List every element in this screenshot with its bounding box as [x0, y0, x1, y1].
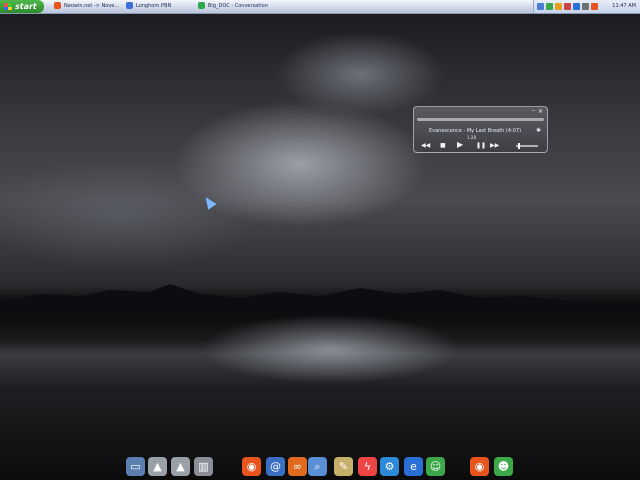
- drive-icon-1-glyph: ▲: [153, 460, 162, 473]
- msn-icon[interactable]: ☺: [426, 457, 445, 476]
- lightning-icon[interactable]: ϟ: [358, 457, 377, 476]
- alert-icon[interactable]: [564, 3, 571, 10]
- firefox-icon-2[interactable]: ◉: [470, 457, 489, 476]
- shield-icon[interactable]: [555, 3, 562, 10]
- drive-icon-2[interactable]: ▲: [171, 457, 190, 476]
- seek-bar[interactable]: [417, 118, 544, 121]
- laptop-icon[interactable]: ▭: [126, 457, 145, 476]
- water-reflection: [200, 314, 460, 384]
- msn-icon: [198, 2, 205, 9]
- firefox-icon: [54, 2, 61, 9]
- ie-icon[interactable]: e: [404, 457, 423, 476]
- rewind-icon[interactable]: ◀◀: [421, 142, 430, 149]
- users-icon-glyph: ☻: [497, 460, 510, 473]
- start-label: start: [15, 2, 37, 11]
- notes-icon-glyph: ✎: [338, 460, 349, 473]
- arrow-icon[interactable]: [537, 3, 544, 10]
- mail-icon-glyph: @: [270, 460, 281, 473]
- settings-icon[interactable]: ✱: [536, 127, 541, 134]
- drive-icon-2-glyph: ▲: [176, 460, 185, 473]
- volume-slider[interactable]: [516, 143, 538, 149]
- taskbar-task-longhorn[interactable]: Longhorn PBN: [126, 1, 194, 12]
- rss-icon[interactable]: ∞: [288, 457, 307, 476]
- taskbar-task-conversation[interactable]: Big_DOC - Conversation: [198, 1, 278, 12]
- msn-icon-glyph: ☺: [429, 460, 442, 473]
- app-icon[interactable]: [591, 3, 598, 10]
- firefox-icon-glyph: ◉: [246, 460, 257, 473]
- task-label: Big_DOC - Conversation: [208, 3, 268, 9]
- clock[interactable]: 11:47 AM: [612, 0, 636, 13]
- task-label: Longhorn PBN: [136, 3, 172, 9]
- stop-icon[interactable]: ■: [440, 142, 446, 149]
- taskbar: start Neowin.net -> Nove... Longhorn PBN…: [0, 0, 640, 14]
- start-button[interactable]: start: [0, 0, 44, 13]
- close-icon[interactable]: ×: [538, 108, 543, 115]
- firefox-icon-2-glyph: ◉: [474, 460, 485, 473]
- search-icon-glyph: ⌕: [314, 459, 321, 473]
- gear-icon[interactable]: ⚙: [380, 457, 399, 476]
- media-player[interactable]: – × Evanescence - My Last Breath (4:07) …: [413, 106, 548, 153]
- task-label: Neowin.net -> Nove...: [64, 3, 120, 9]
- mountain-silhouette: [0, 284, 640, 316]
- windows-flag-icon: [4, 3, 12, 10]
- msn-icon[interactable]: [546, 3, 553, 10]
- system-tray: 11:47 AM: [533, 0, 640, 13]
- drive-icon-1[interactable]: ▲: [148, 457, 167, 476]
- lightning-icon-glyph: ϟ: [363, 460, 372, 473]
- dock: ▭ ▲ ▲ ▥ ◉ @ ∞ ⌕ ✎ ϟ ⚙ e ☺ ◉ ☻: [122, 453, 522, 480]
- elapsed-time: 1:28: [467, 135, 476, 140]
- track-title: Evanescence - My Last Breath (4:07): [429, 128, 522, 134]
- mail-icon[interactable]: @: [266, 457, 285, 476]
- gear-icon-glyph: ⚙: [384, 460, 395, 473]
- browser-icon: [126, 2, 133, 9]
- taskbar-task-neowin[interactable]: Neowin.net -> Nove...: [54, 1, 122, 12]
- firefox-icon[interactable]: ◉: [242, 457, 261, 476]
- play-icon[interactable]: ▶: [457, 140, 463, 149]
- ie-icon-glyph: e: [410, 460, 417, 473]
- pause-icon[interactable]: ❚❚: [476, 142, 486, 149]
- users-icon[interactable]: ☻: [494, 457, 513, 476]
- laptop-icon-glyph: ▭: [130, 460, 141, 473]
- trash-icon[interactable]: ▥: [194, 457, 213, 476]
- notes-icon[interactable]: ✎: [334, 457, 353, 476]
- search-icon[interactable]: ⌕: [308, 457, 327, 476]
- forward-icon[interactable]: ▶▶: [490, 142, 499, 149]
- desktop-wallpaper: [0, 14, 640, 480]
- rss-icon-glyph: ∞: [292, 460, 303, 473]
- volume-icon[interactable]: [582, 3, 589, 10]
- network-icon[interactable]: [573, 3, 580, 10]
- minimize-icon[interactable]: –: [532, 107, 535, 114]
- trash-icon-glyph: ▥: [198, 460, 209, 473]
